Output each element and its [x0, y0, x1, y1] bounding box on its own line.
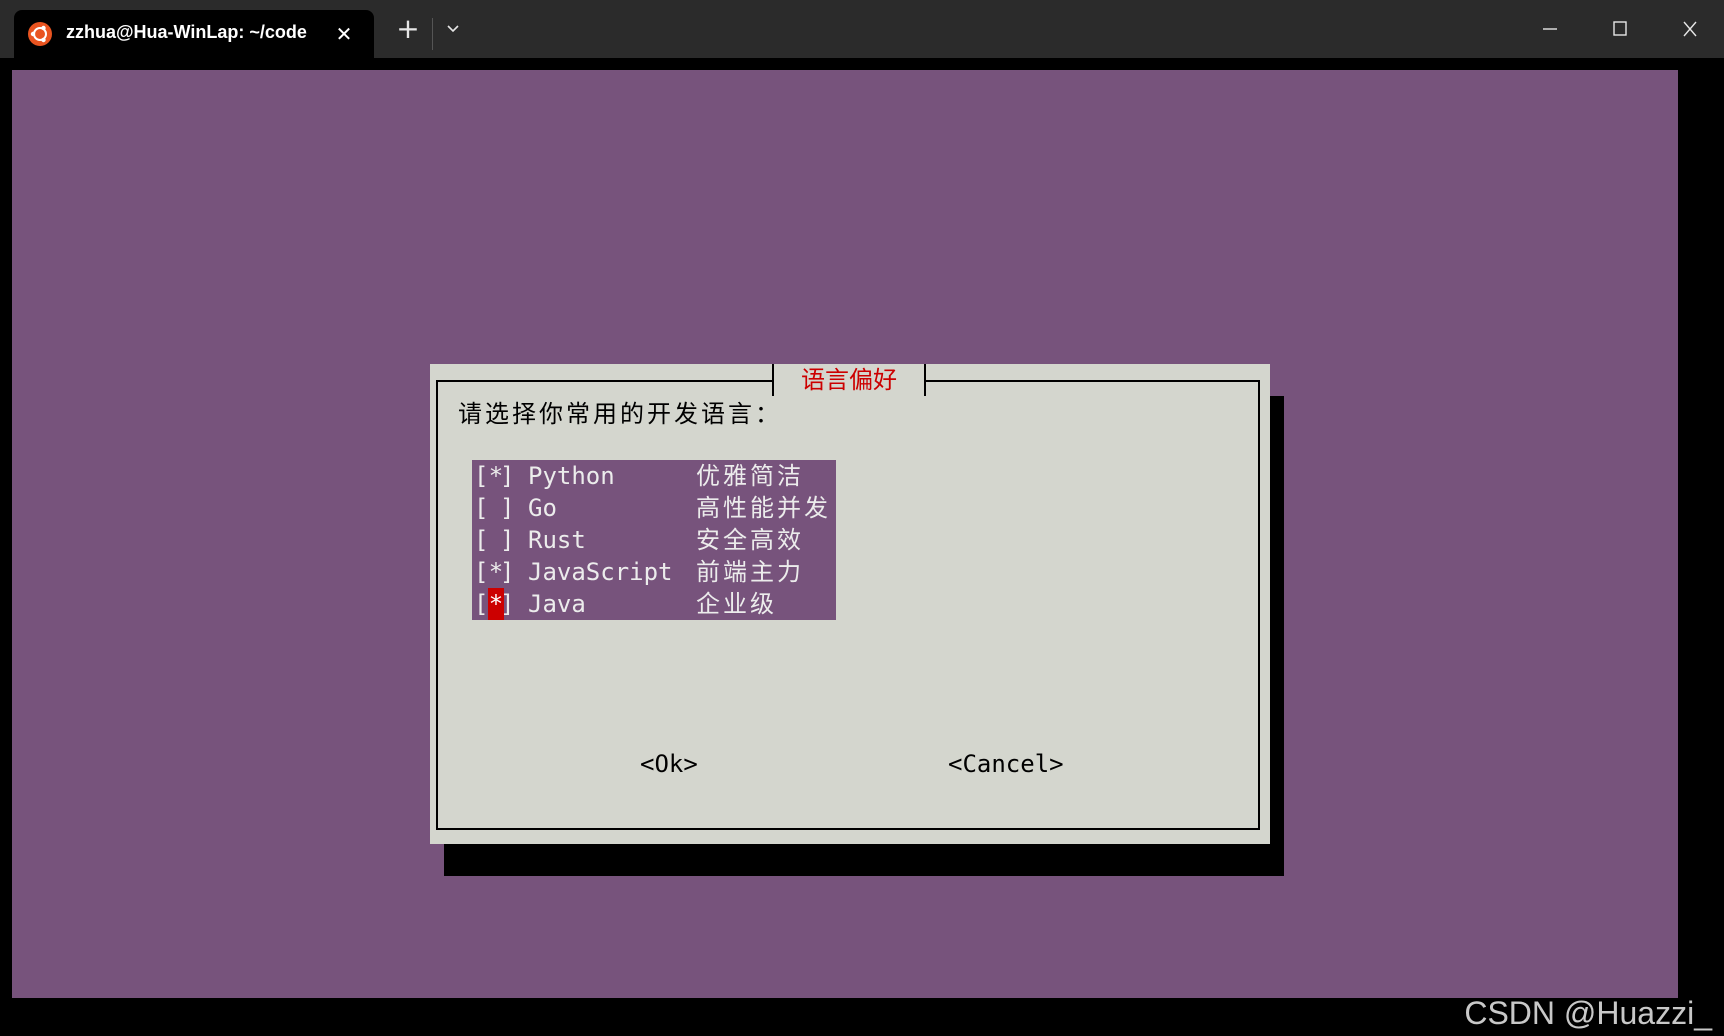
maximize-icon — [1613, 21, 1627, 36]
bracket: ] — [500, 590, 515, 618]
language-name: Go — [528, 494, 557, 522]
checklist-item-javascript[interactable]: [ * ] JavaScript 前端主力 — [472, 556, 836, 588]
cancel-button[interactable]: <Cancel> — [948, 750, 1064, 778]
title-bar: zzhua@Hua-WinLap: ~/code ✕ + — [0, 0, 1724, 58]
bracket: ] — [500, 494, 515, 522]
tab-dropdown-button[interactable] — [436, 10, 470, 48]
language-checklist: [ * ] Python 优雅简洁 [ ] Go 高性能并发 [ ] Rust … — [472, 460, 836, 620]
language-name: Rust — [528, 526, 586, 554]
bracket: [ — [474, 462, 489, 490]
checklist-item-java[interactable]: [ * ] Java 企业级 — [472, 588, 836, 620]
language-description: 前端主力 — [696, 558, 804, 586]
new-tab-button[interactable]: + — [388, 10, 428, 48]
watermark: CSDN @Huazzi_ — [1464, 995, 1712, 1031]
bracket: [ — [474, 590, 489, 618]
bracket: ] — [500, 462, 515, 490]
language-description: 高性能并发 — [696, 494, 831, 522]
maximize-button[interactable] — [1590, 10, 1650, 48]
language-name: JavaScript — [528, 558, 673, 586]
checklist-item-go[interactable]: [ ] Go 高性能并发 — [472, 492, 836, 524]
close-icon — [1683, 21, 1697, 37]
language-description: 企业级 — [696, 590, 777, 618]
dialog-title-box: 语言偏好 — [772, 364, 926, 396]
bracket: ] — [500, 558, 515, 586]
ubuntu-icon — [28, 22, 52, 46]
language-name: Java — [528, 590, 586, 618]
bracket: ] — [500, 526, 515, 554]
toolbar-divider — [432, 18, 433, 50]
checklist-item-rust[interactable]: [ ] Rust 安全高效 — [472, 524, 836, 556]
dialog-title: 语言偏好 — [801, 366, 897, 394]
dialog-prompt: 请选择你常用的开发语言： — [458, 400, 782, 428]
minimize-icon — [1543, 28, 1557, 30]
tab-close-icon[interactable]: ✕ — [332, 22, 356, 46]
chevron-down-icon — [447, 25, 459, 33]
bracket: [ — [474, 526, 489, 554]
minimize-button[interactable] — [1520, 10, 1580, 48]
terminal-viewport[interactable]: 语言偏好 请选择你常用的开发语言： [ * ] Python 优雅简洁 [ ] … — [12, 70, 1678, 998]
tab-title: zzhua@Hua-WinLap: ~/code — [66, 22, 307, 42]
bracket: [ — [474, 494, 489, 522]
checklist-dialog: 语言偏好 请选择你常用的开发语言： [ * ] Python 优雅简洁 [ ] … — [430, 364, 1270, 844]
language-description: 安全高效 — [696, 526, 804, 554]
bracket: [ — [474, 558, 489, 586]
close-window-button[interactable] — [1660, 10, 1720, 48]
checklist-item-python[interactable]: [ * ] Python 优雅简洁 — [472, 460, 836, 492]
language-name: Python — [528, 462, 615, 490]
language-description: 优雅简洁 — [696, 462, 804, 490]
terminal-tab[interactable]: zzhua@Hua-WinLap: ~/code ✕ — [14, 10, 374, 58]
ok-button[interactable]: <Ok> — [640, 750, 698, 778]
